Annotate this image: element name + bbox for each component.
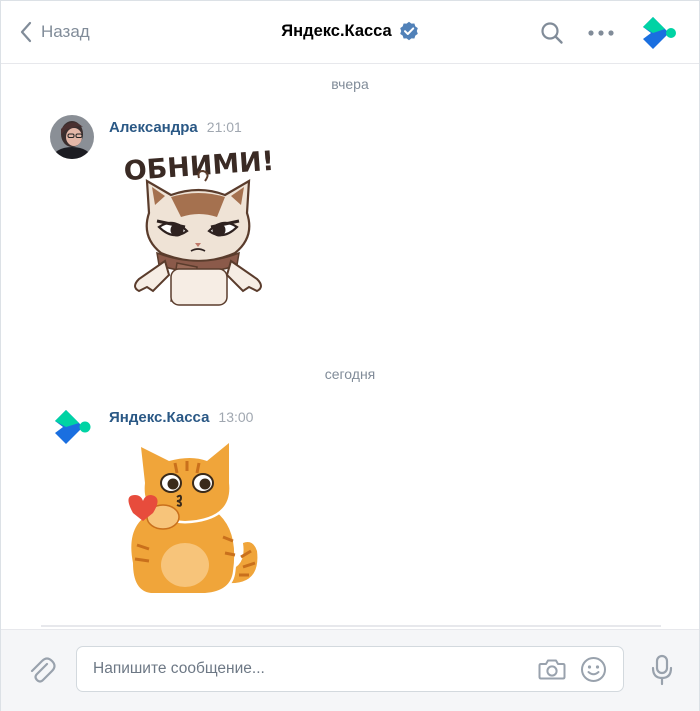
sticker-kiss-cat[interactable]	[115, 433, 265, 599]
smile-icon[interactable]	[580, 656, 607, 683]
message-time: 13:00	[218, 409, 254, 425]
paperclip-icon[interactable]	[27, 656, 57, 686]
date-separator-yesterday: вчера	[331, 76, 369, 92]
yandex-kassa-avatar-logo	[50, 405, 94, 449]
message-header-1: Александра 21:01	[109, 119, 242, 136]
chat-title[interactable]: Яндекс.Касса	[281, 22, 391, 41]
avatar-aleksandra[interactable]	[50, 115, 94, 159]
message-header-2: Яндекс.Касса 13:00	[109, 409, 253, 426]
yandex-kassa-logo[interactable]	[639, 13, 679, 53]
message-author[interactable]: Александра	[109, 119, 198, 136]
search-icon[interactable]	[540, 21, 564, 45]
composer-divider	[41, 625, 661, 627]
date-separator-today: сегодня	[324, 366, 376, 382]
verified-icon	[399, 21, 418, 41]
message-composer	[1, 629, 699, 711]
sticker-hug-cat[interactable]: ОБНИМИ! ОБНИМИ!	[125, 141, 273, 309]
microphone-icon[interactable]	[650, 654, 674, 686]
chat-header: Назад Яндекс.Касса	[1, 1, 699, 64]
camera-icon[interactable]	[538, 657, 566, 681]
chat-window: Назад Яндекс.Касса вчера Александра 21:0…	[0, 0, 700, 711]
avatar-yandex-kassa[interactable]	[50, 405, 94, 449]
avatar-photo	[50, 115, 94, 159]
message-time: 21:01	[206, 119, 242, 135]
message-author[interactable]: Яндекс.Касса	[109, 409, 209, 426]
more-icon[interactable]	[587, 23, 615, 43]
